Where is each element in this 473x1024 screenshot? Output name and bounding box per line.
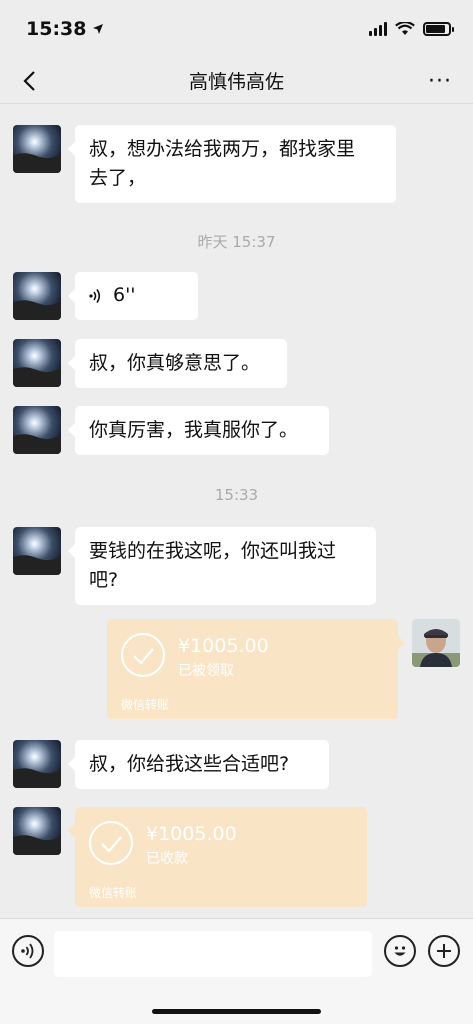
battery-icon bbox=[423, 22, 454, 36]
message-text: 叔，你真够意思了。 bbox=[89, 352, 261, 374]
transfer-label: 微信转账 bbox=[89, 886, 138, 900]
transfer-status: 已收款 bbox=[146, 851, 188, 867]
check-circle-icon bbox=[89, 821, 133, 865]
time-separator: 15:33 bbox=[214, 486, 259, 504]
message-bubble[interactable]: 要钱的在我这呢，你还叫我过 吧? bbox=[68, 527, 376, 605]
emoji-icon bbox=[394, 946, 406, 956]
battery-level bbox=[426, 25, 445, 33]
cellular-signal-icon bbox=[369, 22, 387, 36]
time-separator: 昨天 15:37 bbox=[197, 233, 276, 251]
more-icon: ··· bbox=[428, 68, 452, 94]
chevron-left-icon bbox=[23, 71, 35, 91]
more-button[interactable]: ··· bbox=[425, 68, 455, 94]
wifi-icon bbox=[395, 22, 415, 35]
contact-avatar[interactable] bbox=[13, 406, 61, 454]
location-arrow-icon bbox=[93, 24, 104, 34]
message-text: 叔，想办法给我两万，都找家里 bbox=[89, 138, 356, 160]
status-time: 15:38 bbox=[26, 18, 104, 40]
voice-icon bbox=[89, 288, 101, 303]
transfer-amount: ¥1005.00 bbox=[146, 823, 237, 845]
message-text: 去了， bbox=[89, 167, 147, 189]
voice-duration: 6'' bbox=[113, 284, 136, 306]
contact-avatar[interactable] bbox=[13, 527, 61, 575]
contact-avatar[interactable] bbox=[13, 740, 61, 788]
status-bar: 15:38 bbox=[0, 0, 473, 58]
back-button[interactable] bbox=[14, 66, 44, 96]
voice-icon bbox=[21, 943, 34, 959]
transfer-amount: ¥1005.00 bbox=[178, 635, 269, 657]
voice-message-bubble[interactable]: 6'' bbox=[68, 272, 198, 320]
transfer-card[interactable]: ¥1005.00 已收款 微信转账 bbox=[68, 807, 367, 907]
home-indicator bbox=[152, 1009, 321, 1014]
input-bar bbox=[0, 918, 473, 1024]
plus-button[interactable] bbox=[428, 935, 460, 967]
transfer-status: 已被领取 bbox=[178, 663, 234, 679]
contact-avatar[interactable] bbox=[13, 339, 61, 387]
clock: 15:38 bbox=[26, 18, 87, 40]
message-text: 叔，你给我这些合适吧? bbox=[89, 753, 290, 775]
message-bubble[interactable]: 叔，想办法给我两万，都找家里 去了， bbox=[68, 125, 396, 203]
my-avatar[interactable] bbox=[412, 619, 460, 667]
message-bubble[interactable]: 你真厉害，我真服你了。 bbox=[68, 406, 329, 455]
status-icons bbox=[369, 22, 454, 36]
chat-title: 高慎伟高佐 bbox=[188, 71, 284, 93]
emoji-button[interactable] bbox=[384, 935, 416, 967]
contact-avatar[interactable] bbox=[13, 807, 61, 855]
message-input[interactable] bbox=[54, 931, 372, 977]
message-text: 你真厉害，我真服你了。 bbox=[89, 419, 299, 441]
transfer-label: 微信转账 bbox=[121, 698, 170, 712]
message-bubble[interactable]: 叔，你给我这些合适吧? bbox=[68, 740, 329, 789]
message-text: 吧? bbox=[89, 569, 119, 591]
contact-avatar[interactable] bbox=[13, 272, 61, 320]
contact-avatar[interactable] bbox=[13, 125, 61, 173]
message-text: 要钱的在我这呢，你还叫我过 bbox=[89, 540, 337, 562]
check-circle-icon bbox=[121, 633, 165, 677]
transfer-card[interactable]: ¥1005.00 已被领取 微信转账 bbox=[107, 619, 405, 719]
nav-bar: 高慎伟高佐 ··· bbox=[0, 58, 473, 104]
voice-input-button[interactable] bbox=[12, 935, 44, 967]
plus-icon bbox=[437, 944, 451, 958]
message-bubble[interactable]: 叔，你真够意思了。 bbox=[68, 339, 287, 388]
